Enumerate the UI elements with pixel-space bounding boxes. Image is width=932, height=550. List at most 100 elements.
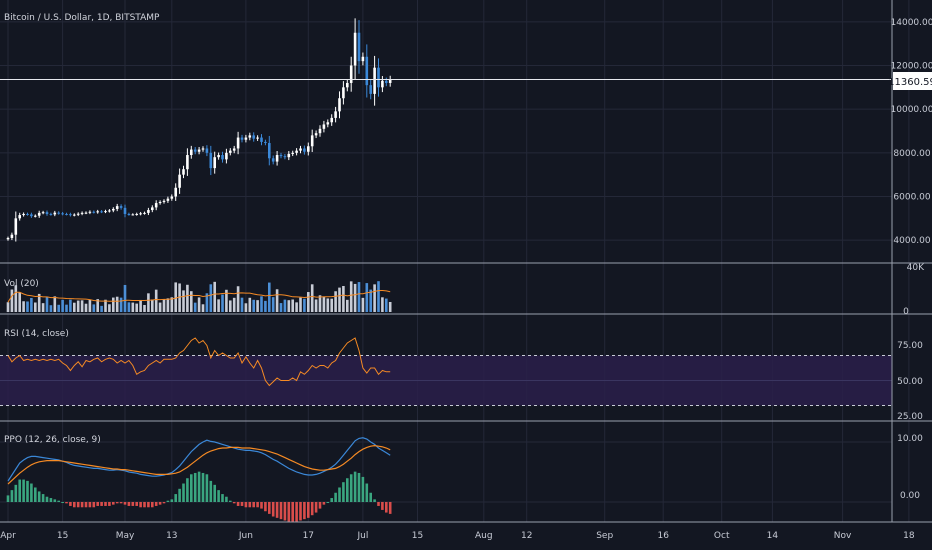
volume-bar bbox=[299, 297, 302, 312]
ppo-hist-bar bbox=[170, 499, 174, 502]
ppo-label[interactable]: PPO (12, 26, close, 9) bbox=[4, 435, 101, 445]
candle-body bbox=[34, 215, 37, 217]
rsi-axis-75: 75.00 bbox=[897, 341, 923, 351]
ppo-hist-bar bbox=[256, 502, 259, 508]
time-tick-label: Nov bbox=[834, 531, 852, 541]
volume-bar bbox=[166, 298, 170, 312]
volume-bar bbox=[26, 301, 29, 312]
volume-bar bbox=[236, 286, 240, 312]
candle-body bbox=[61, 213, 64, 215]
chart-background bbox=[0, 0, 932, 550]
time-tick-label: 14 bbox=[767, 531, 779, 541]
volume-bar bbox=[92, 304, 96, 312]
volume-label[interactable]: Vol (20) bbox=[4, 279, 39, 289]
volume-bar bbox=[69, 299, 72, 312]
ppo-hist-bar bbox=[385, 502, 388, 513]
candle-body bbox=[221, 155, 224, 160]
candle-body bbox=[26, 213, 29, 215]
candle-body bbox=[291, 152, 294, 154]
volume-bar bbox=[232, 297, 236, 312]
volume-bar bbox=[275, 289, 279, 312]
ppo-hist-bar bbox=[174, 494, 177, 502]
volume-bar bbox=[326, 298, 330, 312]
volume-bar bbox=[80, 300, 84, 312]
candle-body bbox=[18, 215, 21, 219]
volume-bar bbox=[182, 290, 185, 312]
candle-body bbox=[53, 212, 57, 215]
volume-bar bbox=[307, 292, 310, 312]
volume-bar bbox=[190, 291, 193, 312]
chart-canvas[interactable]: 14000.00 12000.00 10000.00 8000.00 6000.00 40… bbox=[0, 0, 932, 550]
candle-body bbox=[186, 155, 189, 170]
candle-body bbox=[10, 234, 14, 238]
volume-bar bbox=[283, 299, 287, 312]
volume-bar bbox=[279, 303, 283, 312]
ppo-hist-bar bbox=[209, 480, 213, 502]
time-tick-label: Apr bbox=[0, 531, 16, 541]
volume-bar bbox=[49, 305, 53, 312]
volume-bar bbox=[264, 300, 267, 312]
volume-bar bbox=[186, 284, 189, 312]
ppo-hist-bar bbox=[182, 483, 185, 502]
ppo-hist-bar bbox=[217, 490, 220, 502]
candle-body bbox=[154, 203, 158, 208]
volume-bar bbox=[65, 304, 68, 312]
time-tick-label: Aug bbox=[475, 531, 493, 541]
ppo-hist-bar bbox=[369, 492, 372, 502]
candle-body bbox=[283, 156, 287, 158]
volume-bar bbox=[334, 291, 337, 312]
candle-body bbox=[92, 211, 96, 213]
time-tick-label: 16 bbox=[657, 531, 669, 541]
candle-body bbox=[307, 146, 310, 152]
volume-bar bbox=[151, 299, 154, 312]
volume-bar bbox=[342, 286, 345, 312]
candle-body bbox=[115, 206, 119, 209]
ppo-hist-bar bbox=[229, 500, 232, 502]
candle-body bbox=[139, 213, 142, 215]
price-tick-label: 4000.00 bbox=[893, 236, 930, 246]
ppo-hist-bar bbox=[197, 471, 201, 502]
ppo-hist-bar bbox=[76, 502, 80, 508]
candle-body bbox=[135, 213, 138, 215]
ppo-hist-bar bbox=[271, 502, 275, 517]
ppo-hist-bar bbox=[326, 502, 330, 503]
candle-body bbox=[248, 135, 252, 138]
ppo-hist-bar bbox=[201, 472, 205, 502]
ppo-hist-bar bbox=[291, 502, 294, 522]
rsi-label[interactable]: RSI (14, close) bbox=[4, 329, 69, 339]
time-tick-label: 12 bbox=[521, 531, 532, 541]
candle-body bbox=[41, 212, 45, 214]
ppo-hist-bar bbox=[88, 502, 92, 508]
volume-axis-zero: 0 bbox=[903, 307, 909, 317]
candle-body bbox=[88, 211, 92, 213]
ppo-hist-bar bbox=[178, 488, 181, 502]
candle-body bbox=[69, 214, 72, 216]
volume-bar bbox=[22, 301, 25, 312]
volume-bar bbox=[73, 302, 76, 312]
trading-chart[interactable]: 14000.00 12000.00 10000.00 8000.00 6000.00 40… bbox=[0, 0, 932, 550]
ppo-axis-10: 10.00 bbox=[897, 434, 923, 444]
ppo-hist-bar bbox=[349, 474, 353, 502]
ppo-hist-bar bbox=[26, 480, 29, 502]
candle-body bbox=[373, 67, 376, 94]
ppo-hist-bar bbox=[57, 500, 60, 502]
ppo-hist-bar bbox=[92, 502, 96, 508]
volume-bar bbox=[34, 302, 37, 312]
volume-bar bbox=[76, 300, 80, 312]
candle-body bbox=[361, 56, 365, 62]
candle-body bbox=[388, 79, 392, 83]
candle-body bbox=[310, 135, 314, 147]
candle-body bbox=[30, 214, 33, 217]
ppo-hist-bar bbox=[49, 498, 53, 502]
price-tick-label: 6000.00 bbox=[893, 193, 930, 203]
volume-axis-top: 40K bbox=[907, 263, 925, 273]
candle-body bbox=[147, 210, 150, 213]
volume-bar bbox=[330, 298, 333, 312]
candle-body bbox=[213, 157, 216, 169]
candle-body bbox=[322, 124, 326, 129]
candle-body bbox=[279, 155, 283, 157]
time-tick-label: 17 bbox=[303, 531, 314, 541]
volume-bar bbox=[217, 299, 220, 312]
ppo-hist-bar bbox=[353, 471, 357, 502]
candle-body bbox=[299, 148, 302, 151]
